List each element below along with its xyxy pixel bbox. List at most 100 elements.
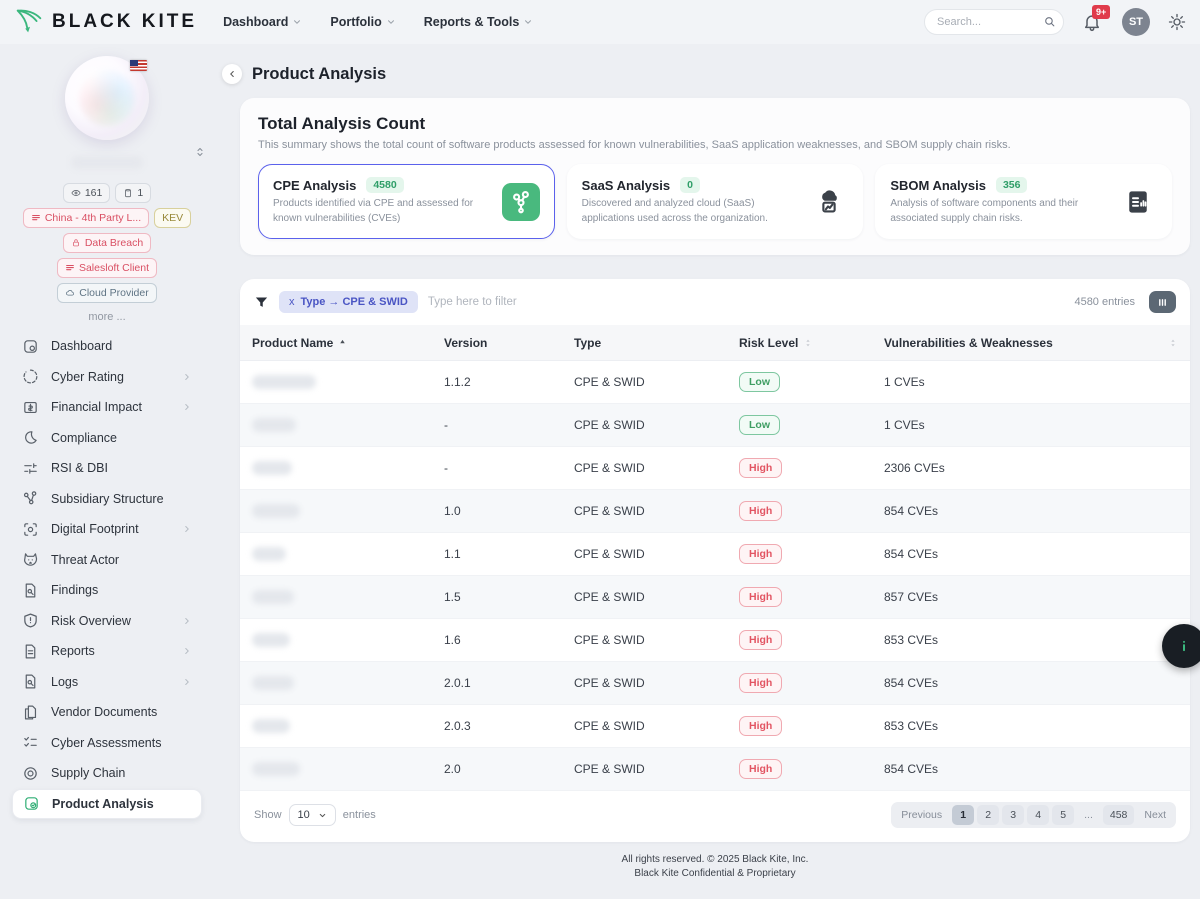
table-row[interactable]: 2.0.3CPE & SWIDHigh853 CVEs — [240, 705, 1190, 748]
analysis-card-description: Analysis of software components and thei… — [890, 197, 1109, 226]
analysis-card-sbom-analysis[interactable]: SBOM Analysis356Analysis of software com… — [875, 164, 1172, 239]
risk-level-badge: High — [739, 716, 782, 736]
sidebar-item-cyber-assessments[interactable]: Cyber Assessments — [12, 728, 202, 759]
page-button-2[interactable]: 2 — [977, 805, 999, 825]
info-icon — [1174, 636, 1194, 656]
column-header-type[interactable]: Type — [574, 336, 739, 350]
product-name-redacted — [252, 375, 316, 389]
previous-page-button[interactable]: Previous — [894, 805, 949, 825]
vendor-profile — [12, 54, 202, 169]
help-info-button[interactable] — [1162, 624, 1200, 668]
table-row[interactable]: 1.1CPE & SWIDHigh854 CVEs — [240, 533, 1190, 576]
columns-icon — [1156, 296, 1169, 309]
tag-badge-data-breach[interactable]: Data Breach — [63, 233, 151, 253]
column-header-risk-level[interactable]: Risk Level — [739, 336, 884, 350]
sort-icon — [1168, 338, 1178, 348]
entries-suffix-label: entries — [343, 809, 376, 821]
column-settings-button[interactable] — [1149, 291, 1176, 313]
sidebar-item-threat-actor[interactable]: Threat Actor — [12, 545, 202, 576]
next-page-button[interactable]: Next — [1137, 805, 1173, 825]
analysis-card-cpe-analysis[interactable]: CPE Analysis4580Products identified via … — [258, 164, 555, 239]
filter-chip-type[interactable]: x Type → CPE & SWID — [279, 291, 418, 313]
theme-toggle-button[interactable] — [1168, 13, 1186, 31]
dollar-icon — [22, 399, 39, 416]
page-title: Product Analysis — [252, 65, 386, 84]
sidebar-item-supply-chain[interactable]: Supply Chain — [12, 758, 202, 789]
product-name-redacted — [252, 633, 290, 647]
cloud-device-icon — [814, 187, 844, 217]
cell-version: 2.0.3 — [444, 719, 574, 733]
stat-badge-1[interactable]: 1 — [115, 183, 151, 203]
risk-level-badge: High — [739, 759, 782, 779]
sidebar-item-vendor-documents[interactable]: Vendor Documents — [12, 697, 202, 728]
analysis-cards: CPE Analysis4580Products identified via … — [258, 164, 1172, 239]
table-row[interactable]: 1.1.2CPE & SWIDLow1 CVEs — [240, 361, 1190, 404]
expand-profile-button[interactable] — [194, 146, 206, 158]
analysis-card-saas-analysis[interactable]: SaaS Analysis0Discovered and analyzed cl… — [567, 164, 864, 239]
table-row[interactable]: -CPE & SWIDLow1 CVEs — [240, 404, 1190, 447]
sidebar-item-product-analysis[interactable]: Product Analysis — [12, 789, 202, 820]
cell-vulnerabilities: 854 CVEs — [884, 504, 1178, 518]
menu-item-reports-tools[interactable]: Reports & Tools — [424, 15, 534, 29]
page-button-3[interactable]: 3 — [1002, 805, 1024, 825]
cell-type: CPE & SWID — [574, 719, 739, 733]
sidebar-item-digital-footprint[interactable]: Digital Footprint — [12, 514, 202, 545]
table-row[interactable]: 1.5CPE & SWIDHigh857 CVEs — [240, 576, 1190, 619]
stat-badge-161[interactable]: 161 — [63, 183, 111, 203]
remove-filter-icon[interactable]: x — [289, 296, 295, 308]
sidebar-item-subsidiary-structure[interactable]: Subsidiary Structure — [12, 484, 202, 515]
sidebar-item-compliance[interactable]: Compliance — [12, 423, 202, 454]
page-button-458[interactable]: 458 — [1103, 805, 1135, 825]
kite-icon — [14, 6, 46, 38]
page-button-4[interactable]: 4 — [1027, 805, 1049, 825]
sidebar-item-financial-impact[interactable]: Financial Impact — [12, 392, 202, 423]
cell-type: CPE & SWID — [574, 762, 739, 776]
cell-type: CPE & SWID — [574, 418, 739, 432]
column-header-vulnerabilities[interactable]: Vulnerabilities & Weaknesses — [884, 336, 1178, 350]
tag-badge-china-4th-party-l-[interactable]: China - 4th Party L... — [23, 208, 149, 228]
tag-badge-salesloft-client[interactable]: Salesloft Client — [57, 258, 157, 278]
page-button-1[interactable]: 1 — [952, 805, 974, 825]
sliders-icon — [22, 460, 39, 477]
cell-type: CPE & SWID — [574, 676, 739, 690]
menu-item-portfolio[interactable]: Portfolio — [330, 15, 395, 29]
sidebar-item-rsi-dbi[interactable]: RSI & DBI — [12, 453, 202, 484]
table-row[interactable]: 2.0CPE & SWIDHigh854 CVEs — [240, 748, 1190, 791]
tag-badge-cloud-provider[interactable]: Cloud Provider — [57, 283, 156, 303]
risk-level-badge: High — [739, 630, 782, 650]
cell-version: 1.1 — [444, 547, 574, 561]
search-icon — [1043, 15, 1056, 28]
table-row[interactable]: -CPE & SWIDHigh2306 CVEs — [240, 447, 1190, 490]
sidebar-item-risk-overview[interactable]: Risk Overview — [12, 606, 202, 637]
product-name-redacted — [252, 590, 294, 604]
user-avatar[interactable]: ST — [1122, 8, 1150, 36]
menu-item-dashboard[interactable]: Dashboard — [223, 15, 302, 29]
page-button-5[interactable]: 5 — [1052, 805, 1074, 825]
shield-icon — [22, 612, 39, 629]
collapse-sidebar-button[interactable] — [222, 64, 242, 84]
sidebar-item-logs[interactable]: Logs — [12, 667, 202, 698]
column-header-version[interactable]: Version — [444, 336, 574, 350]
global-search — [924, 9, 1064, 35]
cell-version: 1.5 — [444, 590, 574, 604]
sidebar-item-cyber-rating[interactable]: Cyber Rating — [12, 362, 202, 393]
notifications-button[interactable]: 9+ — [1082, 12, 1102, 32]
sidebar-item-dashboard[interactable]: Dashboard — [12, 331, 202, 362]
notification-badge: 9+ — [1092, 5, 1110, 19]
scan-icon — [22, 521, 39, 538]
cell-vulnerabilities: 1 CVEs — [884, 418, 1178, 432]
table-row[interactable]: 1.0CPE & SWIDHigh854 CVEs — [240, 490, 1190, 533]
tag-badge-kev[interactable]: KEV — [154, 208, 191, 228]
more-badges-link[interactable]: more ... — [12, 311, 202, 323]
page-size-select[interactable]: 10 — [289, 804, 336, 826]
table-row[interactable]: 2.0.1CPE & SWIDHigh854 CVEs — [240, 662, 1190, 705]
cell-type: CPE & SWID — [574, 461, 739, 475]
brand-logo[interactable]: BLACK KITE — [14, 6, 197, 38]
sidebar-item-findings[interactable]: Findings — [12, 575, 202, 606]
product-icon — [23, 795, 40, 812]
sidebar-item-reports[interactable]: Reports — [12, 636, 202, 667]
table-filter-input[interactable] — [428, 296, 1065, 308]
column-header-product-name[interactable]: Product Name — [252, 336, 444, 350]
file-search-icon — [22, 582, 39, 599]
table-row[interactable]: 1.6CPE & SWIDHigh853 CVEs — [240, 619, 1190, 662]
